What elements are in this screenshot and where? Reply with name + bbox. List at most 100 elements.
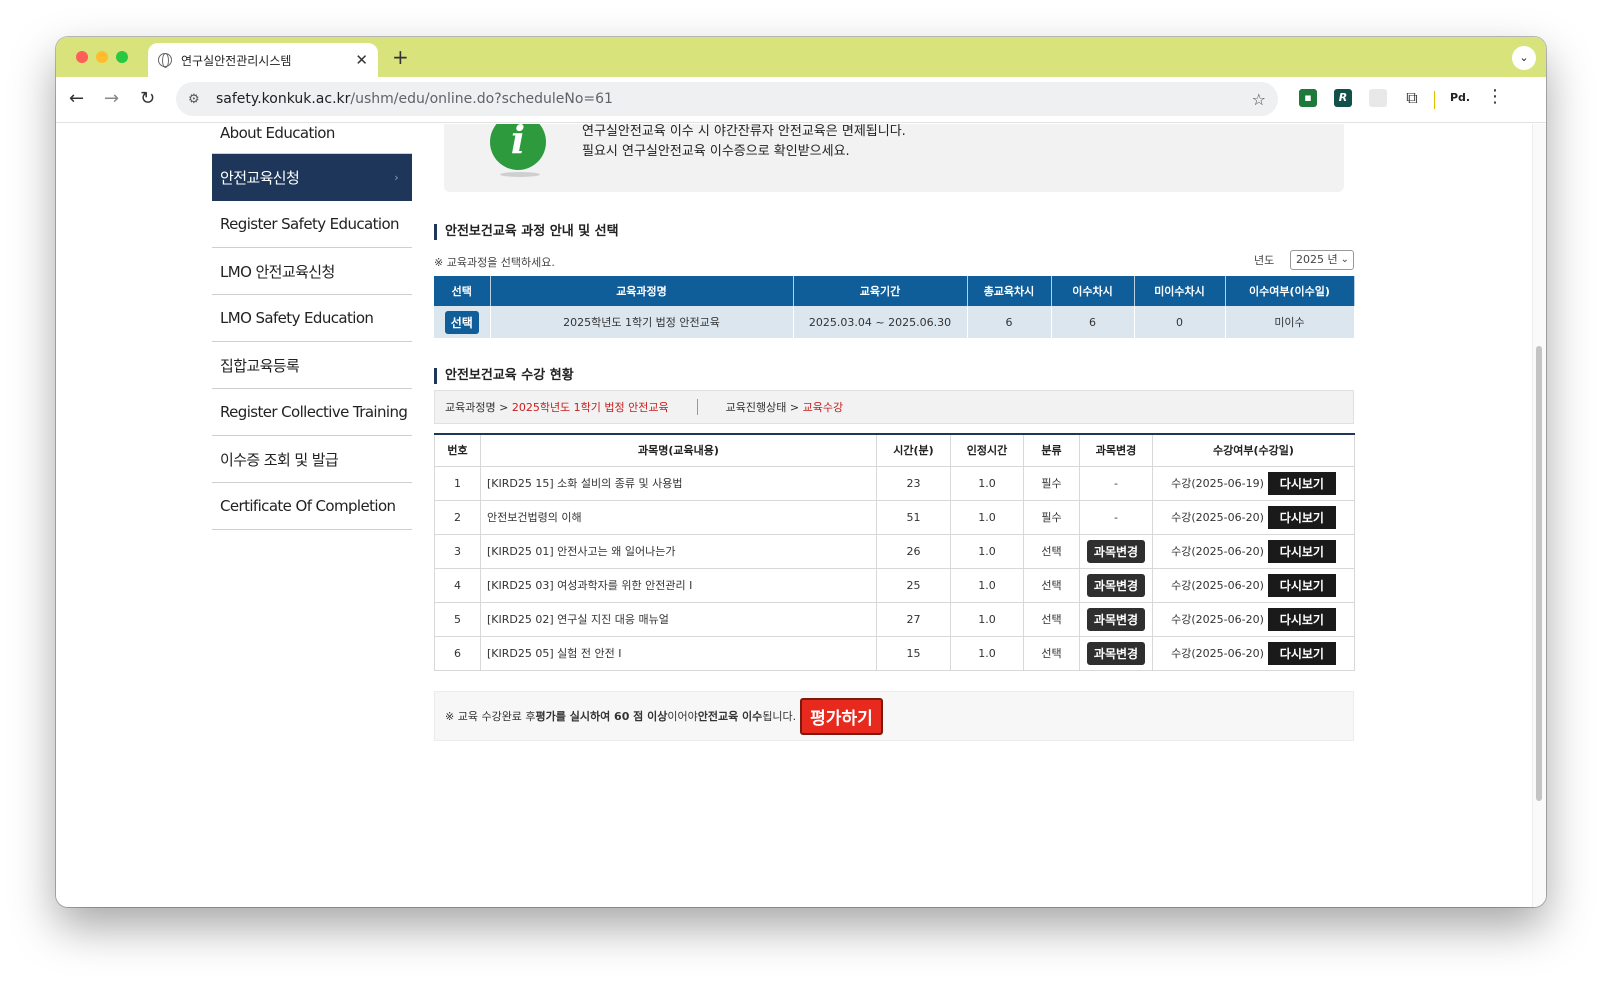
rewatch-button[interactable]: 다시보기: [1267, 573, 1336, 597]
course-done: 6: [1051, 306, 1135, 338]
watch-date: 수강(2025-06-20): [1171, 647, 1264, 660]
sidebar-item-register-collective-training[interactable]: Register Collective Training: [212, 389, 412, 436]
course-table-header: 선택 교육과정명 교육기간 총교육차시 이수차시 미이수차시 이수여부(이수일): [434, 276, 1355, 306]
row-number: 4: [434, 567, 481, 603]
evaluation-notice: ※ 교육 수강완료 후 평가를 실시하여 60 점 이상 이어야 안전교육 이수 됩…: [434, 691, 1354, 741]
profile-extension-icon[interactable]: Pd.: [1448, 89, 1472, 107]
chevron-right-icon: ›: [394, 171, 398, 184]
watch-status: 수강(2025-06-20) 다시보기: [1171, 539, 1336, 563]
sidebar-item-lmo-apply[interactable]: LMO 안전교육신청: [212, 248, 412, 295]
subject-title: [KIRD25 15] 소화 설비의 종류 및 사용법: [480, 465, 877, 501]
divider: [696, 399, 698, 415]
subject-minutes: 15: [876, 635, 951, 671]
course-table: 선택 교육과정명 교육기간 총교육차시 이수차시 미이수차시 이수여부(이수일)…: [434, 276, 1355, 338]
sidebar-item-lmo-safety-education[interactable]: LMO Safety Education: [212, 295, 412, 342]
sidebar-item-about-education[interactable]: About Education: [212, 124, 412, 154]
column-header: 미이수차시: [1134, 276, 1226, 306]
subject-change-none: -: [1079, 465, 1153, 501]
scrollbar-thumb[interactable]: [1536, 346, 1542, 801]
forward-arrow-icon[interactable]: →: [104, 88, 119, 109]
row-number: 6: [434, 635, 481, 671]
extension-1-icon[interactable]: ▪: [1299, 89, 1317, 107]
rewatch-button[interactable]: 다시보기: [1267, 539, 1336, 563]
course-label: 교육과정명 >: [445, 401, 509, 414]
sidebar-item-register-safety-education[interactable]: Register Safety Education: [212, 201, 412, 248]
subject-credit: 1.0: [950, 567, 1024, 603]
subject-credit: 1.0: [950, 635, 1024, 671]
sidebar-item-collective-register[interactable]: 집합교육등록: [212, 342, 412, 389]
sidebar-item-certificate-of-completion[interactable]: Certificate Of Completion: [212, 483, 412, 530]
more-menu-icon[interactable]: ⋮: [1486, 86, 1504, 107]
sidebar-item-label: LMO Safety Education: [220, 309, 374, 327]
close-window-button[interactable]: [76, 51, 88, 63]
watch-date: 수강(2025-06-20): [1171, 613, 1264, 626]
close-tab-icon[interactable]: ✕: [355, 51, 368, 69]
year-select[interactable]: 2025 년 ⌄: [1290, 250, 1354, 270]
watch-status: 수강(2025-06-20) 다시보기: [1171, 573, 1336, 597]
evaluate-button[interactable]: 평가하기: [800, 697, 883, 735]
extension-3-icon[interactable]: [1369, 89, 1387, 107]
notice-line-2: 필요시 연구실안전교육 이수증으로 확인받으세요.: [582, 144, 850, 159]
address-toolbar: ← → ↻ ⚙ safety.konkuk.ac.kr/ushm/edu/onl…: [56, 77, 1546, 123]
course-name: 2025학년도 1학기 법정 안전교육: [490, 306, 794, 338]
column-header: 선택: [434, 276, 491, 306]
extensions-puzzle-icon[interactable]: ⧉: [1403, 89, 1421, 107]
change-subject-button[interactable]: 과목변경: [1086, 641, 1146, 665]
table-row: 5 [KIRD25 02] 연구실 지진 대응 매뉴얼 27 1.0 선택 과목…: [434, 601, 1355, 637]
course-value: 2025학년도 1학기 법정 안전교육: [511, 401, 669, 414]
row-number: 5: [434, 601, 481, 637]
change-subject-button[interactable]: 과목변경: [1086, 573, 1146, 597]
new-tab-button[interactable]: +: [392, 45, 409, 69]
rewatch-button[interactable]: 다시보기: [1267, 471, 1336, 495]
column-header: 시간(분): [876, 433, 951, 467]
subject-title: [KIRD25 05] 실험 전 안전 Ⅰ: [480, 635, 877, 671]
progress-section-title: 안전보건교육 수강 현황: [434, 368, 574, 384]
select-course-button[interactable]: 선택: [444, 310, 479, 334]
subject-type: 선택: [1023, 601, 1080, 637]
browser-tab[interactable]: 연구실안전관리시스템 ✕: [148, 43, 378, 77]
table-row: 선택 2025학년도 1학기 법정 안전교육 2025.03.04 ~ 2025…: [434, 306, 1355, 338]
globe-icon: [158, 53, 172, 68]
back-arrow-icon[interactable]: ←: [69, 88, 84, 109]
sidebar-item-label: 집합교육등록: [220, 356, 300, 375]
subject-credit: 1.0: [950, 601, 1024, 637]
column-header: 과목명(교육내용): [480, 433, 877, 467]
change-subject-button[interactable]: 과목변경: [1086, 607, 1146, 631]
minimize-window-button[interactable]: [96, 51, 108, 63]
change-subject-button[interactable]: 과목변경: [1086, 539, 1146, 563]
row-number: 2: [434, 499, 481, 535]
site-info-icon[interactable]: ⚙: [188, 92, 204, 107]
sidebar-item-certificate-kr[interactable]: 이수증 조회 및 발급: [212, 436, 412, 483]
rewatch-button[interactable]: 다시보기: [1267, 607, 1336, 631]
eval-text: 이어야: [667, 710, 698, 723]
maximize-window-button[interactable]: [116, 51, 128, 63]
eval-text-bold: 평가를 실시하여 60 점 이상: [535, 710, 668, 723]
notice-line-1: 연구실안전교육 이수 시 야간잔류자 안전교육은 면제됩니다.: [582, 124, 906, 139]
rewatch-button[interactable]: 다시보기: [1267, 505, 1336, 529]
subject-type: 선택: [1023, 533, 1080, 569]
notice-text: 연구실안전교육 이수 시 야간잔류자 안전교육은 면제됩니다. 필요시 연구실안…: [582, 124, 906, 162]
rewatch-button[interactable]: 다시보기: [1267, 641, 1336, 665]
address-bar[interactable]: ⚙ safety.konkuk.ac.kr/ushm/edu/online.do…: [176, 82, 1278, 116]
toolbar-divider: [1434, 91, 1435, 109]
page-content: About Education 안전교육신청 › Register Safety …: [56, 124, 1546, 907]
column-header: 수강여부(수강일): [1152, 433, 1355, 467]
reload-icon[interactable]: ↻: [140, 88, 155, 109]
course-section-title: 안전보건교육 과정 안내 및 선택: [434, 224, 619, 240]
subject-title: [KIRD25 03] 여성과학자를 위한 안전관리 I: [480, 567, 877, 603]
course-status: 미이수: [1225, 306, 1355, 338]
watch-status: 수강(2025-06-20) 다시보기: [1171, 641, 1336, 665]
tab-search-button[interactable]: ⌄: [1512, 46, 1536, 70]
url-text[interactable]: safety.konkuk.ac.kr/ushm/edu/online.do?s…: [216, 91, 1252, 107]
tab-bar: 연구실안전관리시스템 ✕ + ⌄: [56, 37, 1546, 77]
extension-2-icon[interactable]: R: [1334, 89, 1352, 107]
subject-minutes: 25: [876, 567, 951, 603]
sidebar-item-safety-education-apply[interactable]: 안전교육신청 ›: [212, 154, 412, 201]
tab-title: 연구실안전관리시스템: [181, 53, 292, 68]
subject-minutes: 23: [876, 465, 951, 501]
column-header: 총교육차시: [967, 276, 1052, 306]
watch-status: 수강(2025-06-19) 다시보기: [1171, 471, 1336, 495]
column-header: 이수여부(이수일): [1225, 276, 1355, 306]
watch-date: 수강(2025-06-20): [1171, 579, 1264, 592]
bookmark-star-icon[interactable]: ☆: [1252, 90, 1266, 109]
